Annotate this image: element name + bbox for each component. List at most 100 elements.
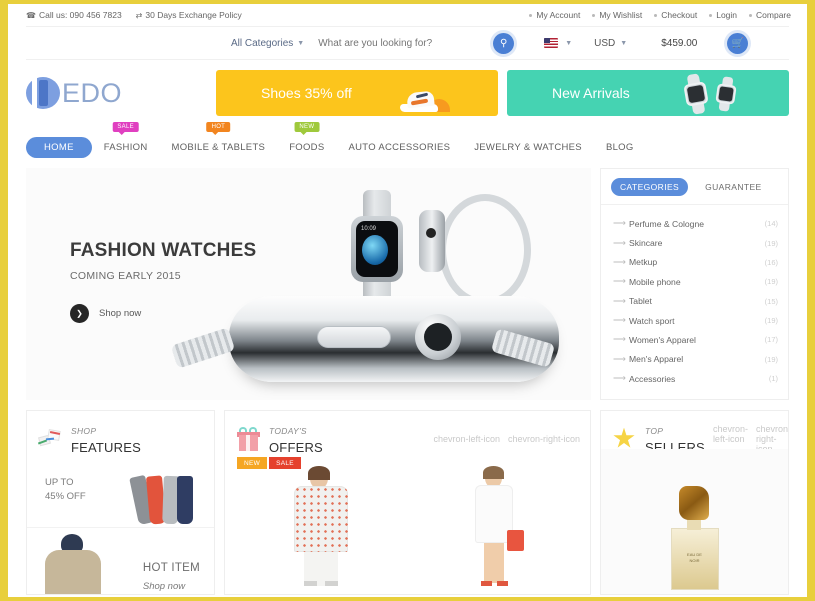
cart-total: $459.00 xyxy=(661,37,698,49)
nav-label: HOME xyxy=(44,142,74,153)
link-label: Login xyxy=(716,10,738,20)
panel-eyebrow: TODAY'S xyxy=(269,426,307,436)
nav-item-fashion[interactable]: SALE FASHION xyxy=(92,122,160,158)
gift-icon xyxy=(235,426,261,452)
category-item-tablet[interactable]: ⟶ Tablet (15) xyxy=(613,292,778,311)
hero-shop-now-button[interactable]: ❯ Shop now xyxy=(70,304,256,323)
nav-label: MOBILE & TABLETS xyxy=(171,142,266,153)
promo-line-1: UP TO xyxy=(45,477,74,489)
hero-title: FASHION WATCHES xyxy=(70,240,257,261)
category-item-womens-apparel[interactable]: ⟶ Women's Apparel (17) xyxy=(613,330,778,349)
hero-text: FASHION WATCHES COMING EARLY 2015 ❯ Shop… xyxy=(70,240,256,323)
banner-shoes[interactable]: Shoes 35% off xyxy=(216,70,498,116)
category-count: (16) xyxy=(764,257,778,267)
banner-new-arrivals[interactable]: New Arrivals xyxy=(507,70,789,116)
top-bar: ☎ Call us: 090 456 7823 ⇄ 30 Days Exchan… xyxy=(8,4,807,26)
badge-sale: SALE xyxy=(269,457,301,469)
bullet-icon xyxy=(592,13,596,17)
tab-label: CATEGORIES xyxy=(620,182,680,192)
feature-promo-hot-item[interactable]: HOT ITEM Shop now xyxy=(27,528,214,594)
arrow-right-icon: ⟶ xyxy=(613,218,626,229)
search-row: All Categories ▼ ⚲ ▼ USD ▼ $459.00 🛒 xyxy=(26,26,789,60)
offer-item[interactable] xyxy=(408,466,581,587)
search-button[interactable]: ⚲ xyxy=(493,32,515,54)
category-item-mens-apparel[interactable]: ⟶ Men's Apparel (19) xyxy=(613,350,778,369)
category-item-skincare[interactable]: ⟶ Skincare (19) xyxy=(613,233,778,252)
tab-guarantee[interactable]: GUARANTEE xyxy=(696,178,771,196)
arrow-right-icon: ⟶ xyxy=(613,295,626,306)
gift-boxes-icon xyxy=(37,426,63,452)
nav-item-home[interactable]: HOME xyxy=(26,137,92,158)
panel-header: TODAY'S OFFERS chevron-left-icon chevron… xyxy=(225,411,590,462)
promo-line-2: 45% OFF xyxy=(45,490,86,502)
polka-dot-coat-model-image xyxy=(280,466,362,587)
main-area: 10:09 FASHION WATCHES COMING EARLY 2015 … xyxy=(8,158,807,400)
panel-top-sellers: TOP SELLERS chevron-left-icon chevron-ri… xyxy=(600,410,789,595)
link-my-wishlist[interactable]: My Wishlist xyxy=(592,10,642,20)
phone-text: Call us: 090 456 7823 xyxy=(38,10,122,20)
link-compare[interactable]: Compare xyxy=(749,10,791,20)
category-label: Perfume & Cologne xyxy=(629,218,704,229)
link-login[interactable]: Login xyxy=(709,10,737,20)
link-label: My Wishlist xyxy=(599,10,643,20)
cart-button[interactable]: 🛒 xyxy=(727,32,749,54)
nav-item-auto-accessories[interactable]: AUTO ACCESSORIES xyxy=(336,137,462,158)
hot-item-subtitle: Shop now xyxy=(142,581,186,593)
badge-new: NEW xyxy=(237,457,268,469)
category-count: (14) xyxy=(764,219,778,229)
arrow-right-icon: ⟶ xyxy=(613,315,626,326)
us-flag-icon xyxy=(544,38,559,48)
carousel-prev-icon[interactable]: chevron-left-icon xyxy=(433,434,500,444)
currency-select[interactable]: USD ▼ xyxy=(594,38,627,49)
brand-row: EDO Shoes 35% off New Arrivals xyxy=(8,60,807,124)
category-item-perfume-cologne[interactable]: ⟶ Perfume & Cologne (14) xyxy=(613,214,778,233)
category-item-metkup[interactable]: ⟶ Metkup (16) xyxy=(613,253,778,272)
bullet-icon xyxy=(709,13,713,17)
offer-item[interactable] xyxy=(235,466,408,587)
category-label: Accessories xyxy=(629,373,676,384)
category-item-mobile-phone[interactable]: ⟶ Mobile phone (19) xyxy=(613,272,778,291)
hero-slider[interactable]: 10:09 FASHION WATCHES COMING EARLY 2015 … xyxy=(26,168,591,400)
link-label: My Account xyxy=(536,10,581,20)
mini-watch-image: 10:09 xyxy=(349,190,405,310)
exchange-icon: ⇄ xyxy=(135,10,143,20)
nav-label: BLOG xyxy=(605,142,634,153)
page-root: ☎ Call us: 090 456 7823 ⇄ 30 Days Exchan… xyxy=(8,4,807,597)
logo[interactable]: EDO xyxy=(26,77,216,109)
exchange-policy-info: ⇄ 30 Days Exchange Policy xyxy=(136,10,242,20)
panel-eyebrow: TOP xyxy=(645,426,664,436)
categories-sidebar: CATEGORIES GUARANTEE ⟶ Perfume & Cologne… xyxy=(600,168,789,400)
top-bar-left: ☎ Call us: 090 456 7823 ⇄ 30 Days Exchan… xyxy=(26,10,242,20)
link-checkout[interactable]: Checkout xyxy=(654,10,697,20)
search-input[interactable] xyxy=(318,37,494,49)
category-count: (19) xyxy=(764,354,778,364)
sidebar-tabs: CATEGORIES GUARANTEE xyxy=(601,169,788,204)
banner-label: New Arrivals xyxy=(552,85,630,101)
category-item-accessories[interactable]: ⟶ Accessories (1) xyxy=(613,369,778,388)
carousel-next-icon[interactable]: chevron-right-icon xyxy=(508,434,580,444)
nav-item-jewelry-watches[interactable]: JEWELRY & WATCHES xyxy=(462,137,594,158)
chevron-down-icon: ▼ xyxy=(297,39,305,47)
category-item-watch-sport[interactable]: ⟶ Watch sport (19) xyxy=(613,311,778,330)
tab-categories[interactable]: CATEGORIES xyxy=(611,178,689,196)
category-count: (19) xyxy=(764,277,778,287)
offer-items xyxy=(225,462,590,587)
nav-item-foods[interactable]: NEW FOODS xyxy=(277,122,336,158)
category-label: Tablet xyxy=(629,296,652,307)
promo-text: UP TO 45% OFF xyxy=(45,476,86,504)
feature-promo-discount[interactable]: UP TO 45% OFF xyxy=(27,462,214,529)
category-count: (1) xyxy=(768,374,778,384)
top-bar-links: My Account My Wishlist Checkout Login Co… xyxy=(529,10,791,20)
nav-item-blog[interactable]: BLOG xyxy=(594,137,646,158)
nav-label: AUTO ACCESSORIES xyxy=(348,142,451,153)
sneaker-image xyxy=(400,86,450,112)
top-seller-item[interactable]: EAU DE NOIR xyxy=(601,449,788,594)
category-select[interactable]: All Categories ▼ xyxy=(231,38,304,49)
nav-item-mobile-tablets[interactable]: HOT MOBILE & TABLETS xyxy=(160,122,278,158)
hero-watch-artwork: 10:09 xyxy=(170,168,591,400)
language-select[interactable]: ▼ xyxy=(544,38,572,48)
category-label: Men's Apparel xyxy=(629,354,684,365)
arrow-right-icon: ⟶ xyxy=(613,334,626,345)
link-my-account[interactable]: My Account xyxy=(529,10,580,20)
panel-shop-features: SHOP FEATURES UP TO 45% OFF HOT ITEM Sho… xyxy=(26,410,215,595)
